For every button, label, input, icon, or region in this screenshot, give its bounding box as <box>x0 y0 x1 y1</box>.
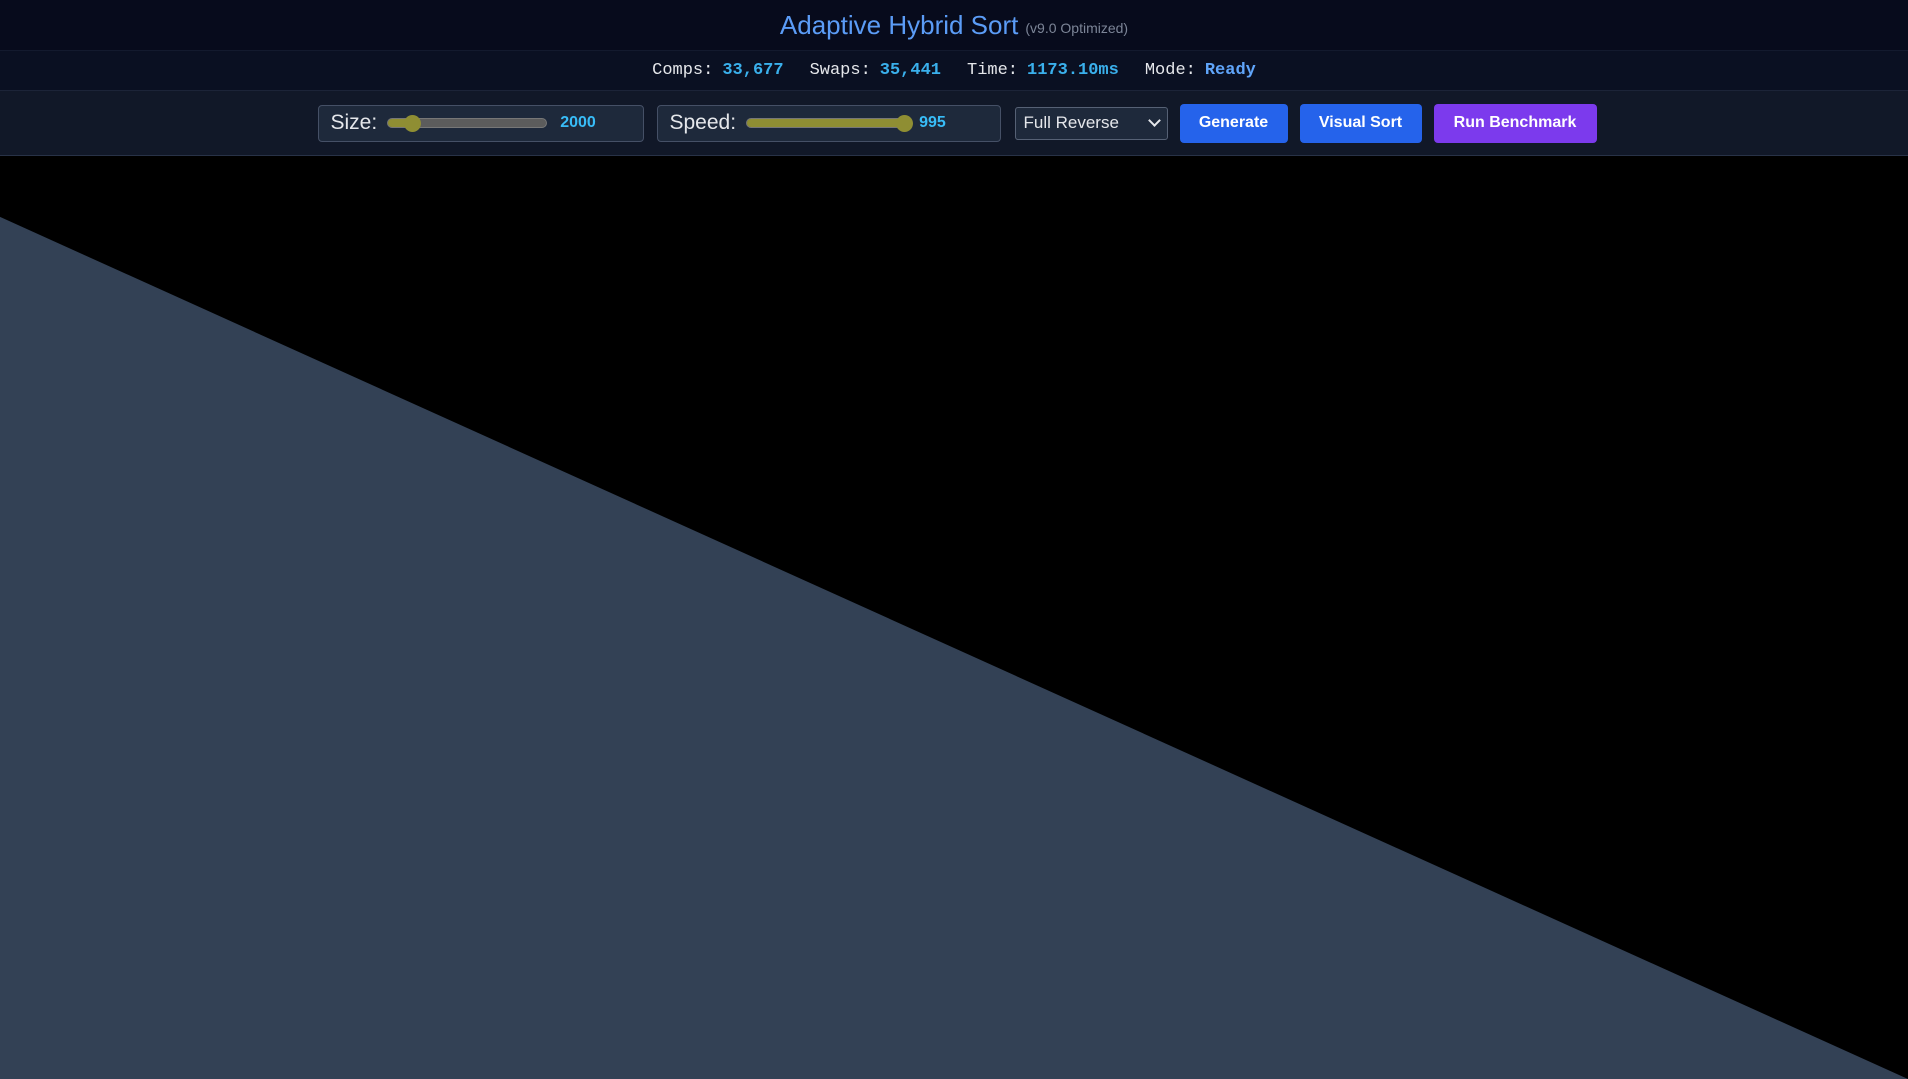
stat-swaps-value: 35,441 <box>879 61 941 80</box>
sort-visualization-canvas <box>0 157 1908 1079</box>
stat-mode: Mode: Ready <box>1145 61 1256 80</box>
stat-comps-value: 33,677 <box>722 61 784 80</box>
controls-toolbar: Size: 2000 Speed: 995 Full Reverse Gener… <box>0 91 1908 156</box>
version-label: (v9.0 Optimized) <box>1025 20 1129 36</box>
size-label: Size: <box>330 111 378 134</box>
array-bars <box>0 216 1908 1079</box>
generate-button[interactable]: Generate <box>1179 103 1288 143</box>
app-header: Adaptive Hybrid Sort (v9.0 Optimized) <box>0 0 1908 51</box>
stat-time-value: 1173.10ms <box>1027 61 1119 80</box>
run-benchmark-button[interactable]: Run Benchmark <box>1433 103 1597 143</box>
size-control: Size: 2000 <box>317 104 644 142</box>
bars-area <box>0 216 1908 1079</box>
size-value: 2000 <box>560 114 596 131</box>
speed-value: 995 <box>919 114 946 131</box>
pattern-select[interactable]: Full Reverse <box>1014 106 1168 140</box>
stats-bar: Comps: 33,677 Swaps: 35,441 Time: 1173.10ms… <box>0 51 1908 91</box>
stat-time-label: Time: <box>967 61 1019 80</box>
stat-mode-value: Ready <box>1204 61 1256 80</box>
stat-swaps: Swaps: 35,441 <box>810 61 941 80</box>
stat-swaps-label: Swaps: <box>809 61 871 80</box>
speed-slider[interactable] <box>746 114 914 132</box>
stat-comps-label: Comps: <box>652 61 714 80</box>
speed-control: Speed: 995 <box>656 104 1001 142</box>
pattern-select-value: Full Reverse <box>1023 113 1119 132</box>
app-window: Adaptive Hybrid Sort (v9.0 Optimized) Co… <box>0 0 1908 1079</box>
speed-label: Speed: <box>669 111 737 134</box>
size-slider[interactable] <box>387 114 548 132</box>
stat-time: Time: 1173.10ms <box>967 61 1119 80</box>
page-title: Adaptive Hybrid Sort <box>779 10 1019 40</box>
stat-mode-label: Mode: <box>1144 61 1196 80</box>
visual-sort-button[interactable]: Visual Sort <box>1299 103 1422 143</box>
chevron-down-icon <box>1147 114 1161 127</box>
speed-slider-thumb[interactable] <box>896 114 914 132</box>
stat-comps: Comps: 33,677 <box>652 61 783 80</box>
size-slider-thumb[interactable] <box>403 114 421 132</box>
speed-slider-fill <box>747 119 905 127</box>
